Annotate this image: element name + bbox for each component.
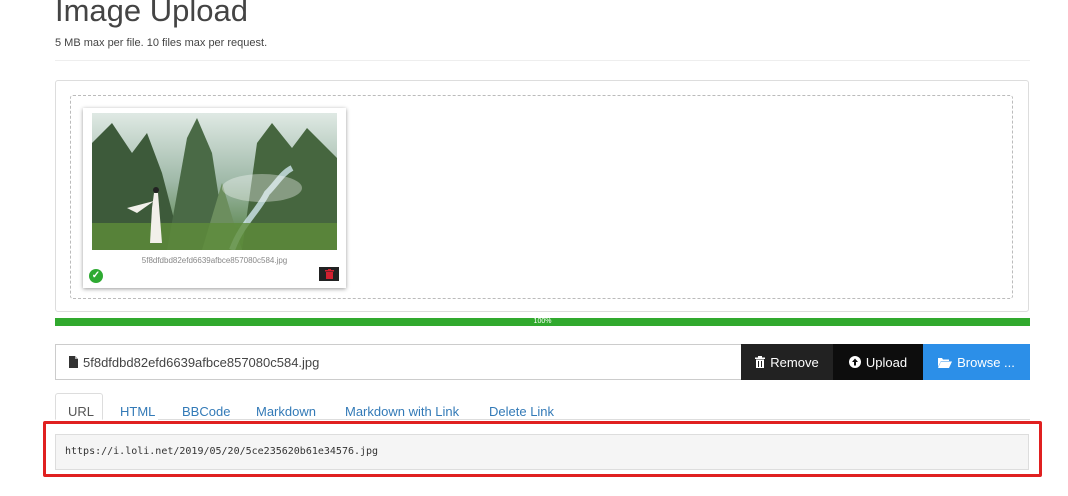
upload-drop-zone[interactable]: 5f8dfdbd82efd6639afbce857080c584.jpg ✓ xyxy=(55,80,1029,312)
tab-html[interactable]: HTML xyxy=(120,393,155,420)
preview-area[interactable]: 5f8dfdbd82efd6639afbce857080c584.jpg ✓ xyxy=(70,95,1013,299)
tab-markdown[interactable]: Markdown xyxy=(256,393,316,420)
tabs-underline xyxy=(158,419,1030,420)
preview-filename: 5f8dfdbd82efd6639afbce857080c584.jpg xyxy=(141,256,288,265)
remove-button-label: Remove xyxy=(770,354,819,370)
file-icon xyxy=(69,356,78,368)
tab-url[interactable]: URL xyxy=(55,393,103,420)
selected-file-field: 5f8dfdbd82efd6639afbce857080c584.jpg xyxy=(55,344,741,380)
file-preview-card: 5f8dfdbd82efd6639afbce857080c584.jpg ✓ xyxy=(83,108,346,288)
divider xyxy=(55,60,1030,61)
trash-icon xyxy=(755,356,766,368)
output-format-tabs: URL HTML BBCode Markdown Markdown with L… xyxy=(55,393,1030,420)
check-circle-icon: ✓ xyxy=(89,269,103,283)
browse-button-label: Browse ... xyxy=(957,354,1015,370)
folder-open-icon xyxy=(938,357,953,368)
remove-button[interactable]: Remove xyxy=(741,344,833,380)
upload-button-label: Upload xyxy=(865,354,908,370)
highlight-box xyxy=(43,421,1042,477)
upload-progress-bar: 100% xyxy=(55,318,1030,326)
trash-icon xyxy=(324,269,334,279)
upload-circle-icon xyxy=(848,356,861,368)
progress-label: 100% xyxy=(533,318,552,325)
tab-markdown-with-link[interactable]: Markdown with Link xyxy=(345,393,459,420)
page-title: Image Upload xyxy=(55,0,249,28)
tab-delete-link[interactable]: Delete Link xyxy=(489,393,554,420)
remove-file-button[interactable] xyxy=(319,267,339,281)
tab-bbcode[interactable]: BBCode xyxy=(182,393,230,420)
upload-button[interactable]: Upload xyxy=(833,344,923,380)
preview-image xyxy=(92,113,337,250)
selected-file-name: 5f8dfdbd82efd6639afbce857080c584.jpg xyxy=(83,354,320,370)
browse-button[interactable]: Browse ... xyxy=(923,344,1030,380)
page-subtitle: 5 MB max per file. 10 files max per requ… xyxy=(55,37,268,49)
